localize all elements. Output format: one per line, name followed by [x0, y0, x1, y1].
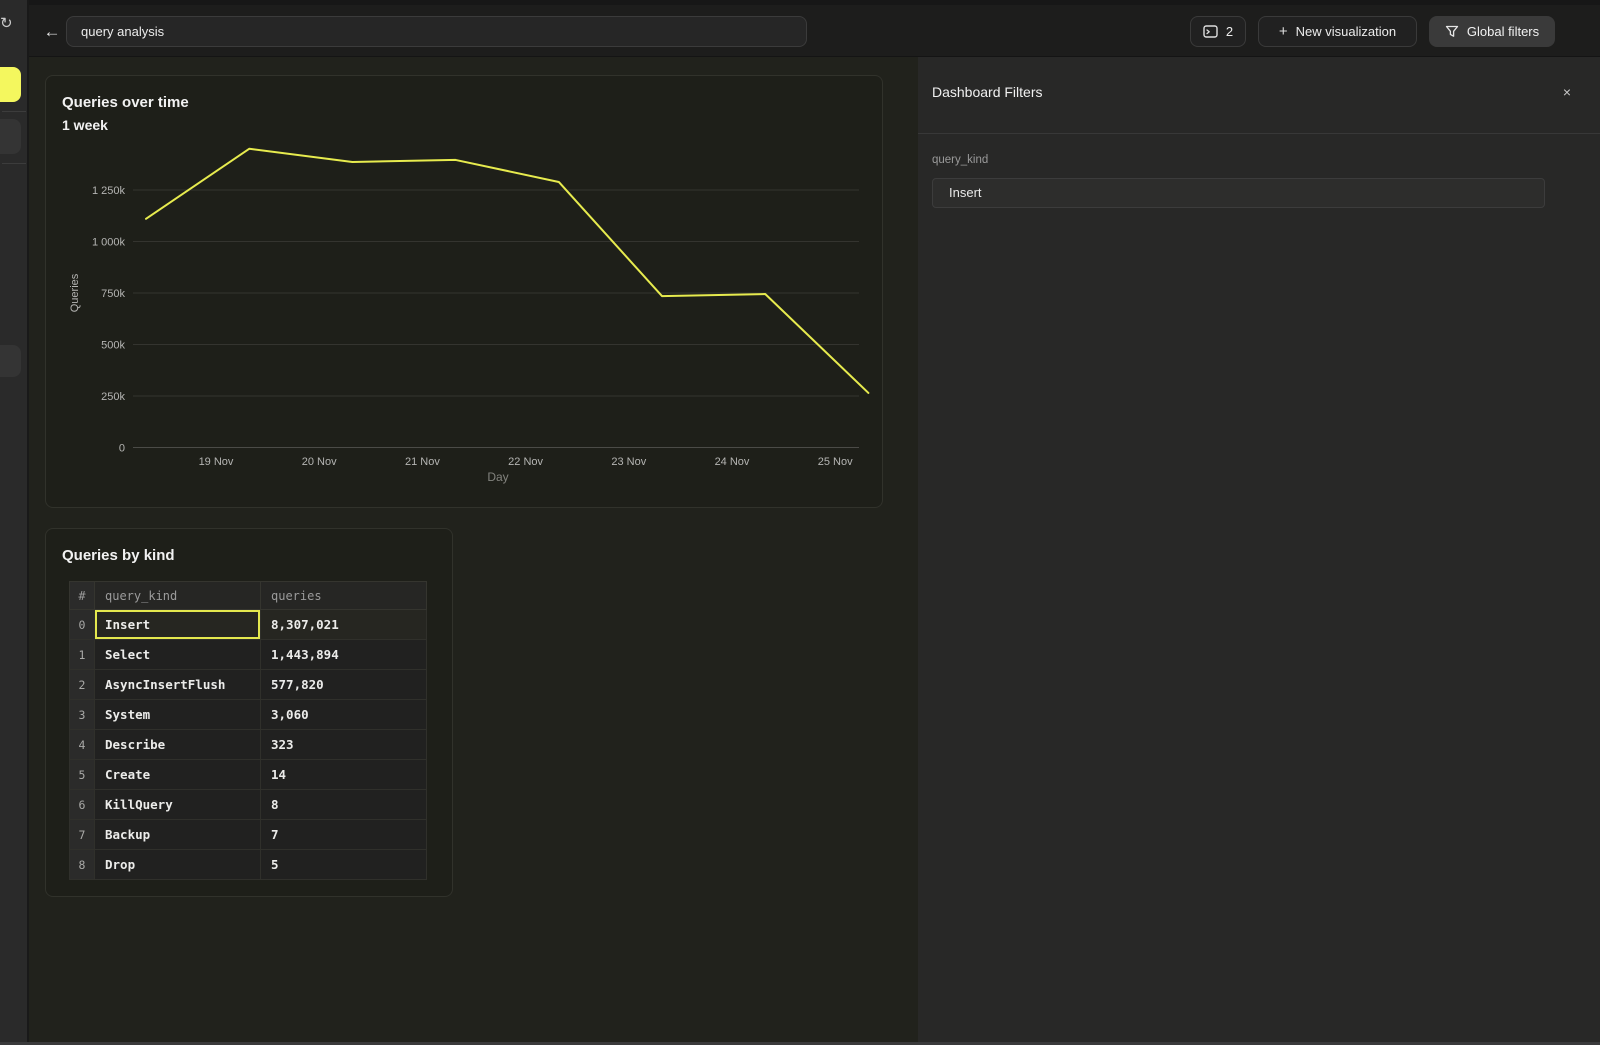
queries-count-cell[interactable]: 577,820: [261, 670, 427, 700]
sidebar-item-dashboard[interactable]: [0, 345, 21, 377]
x-tick-label: 19 Nov: [199, 456, 234, 468]
y-tick-label: 750k: [101, 288, 125, 300]
dashboard-canvas: Queries over time 1 week 0250k500k750k1 …: [29, 57, 918, 1045]
x-tick-label: 21 Nov: [405, 456, 440, 468]
sidebar-divider: [2, 163, 26, 164]
queries-count-cell[interactable]: 5: [261, 850, 427, 880]
queries-by-kind-table: # query_kind queries 0Insert8,307,0211Se…: [69, 581, 427, 880]
table-row: 5Create14: [70, 760, 427, 790]
row-index-cell[interactable]: 4: [70, 730, 95, 760]
y-axis-title: Queries: [69, 273, 81, 312]
funnel-icon: [1445, 25, 1459, 38]
table-row: 1Select1,443,894: [70, 640, 427, 670]
table-header-row: # query_kind queries: [70, 582, 427, 610]
query-kind-cell[interactable]: KillQuery: [95, 790, 261, 820]
console-count-button[interactable]: 2: [1190, 16, 1246, 47]
column-header-index: #: [70, 582, 95, 610]
table-row: 0Insert8,307,021: [70, 610, 427, 640]
sidebar-divider: [2, 111, 26, 112]
table-row: 6KillQuery8: [70, 790, 427, 820]
row-index-cell[interactable]: 8: [70, 850, 95, 880]
queries-count-cell[interactable]: 3,060: [261, 700, 427, 730]
queries-count-cell[interactable]: 14: [261, 760, 427, 790]
table-row: 7Backup7: [70, 820, 427, 850]
table-card-queries-by-kind: Queries by kind # query_kind queries 0In…: [45, 528, 453, 897]
chart-card-queries-over-time: Queries over time 1 week 0250k500k750k1 …: [45, 75, 883, 508]
plus-icon: +: [1279, 25, 1288, 38]
y-tick-label: 500k: [101, 340, 125, 352]
query-kind-cell[interactable]: System: [95, 700, 261, 730]
queries-count-cell[interactable]: 323: [261, 730, 427, 760]
row-index-cell[interactable]: 5: [70, 760, 95, 790]
query-kind-cell[interactable]: Backup: [95, 820, 261, 850]
query-kind-cell[interactable]: Select: [95, 640, 261, 670]
dashboard-title-input[interactable]: [66, 16, 807, 47]
row-index-cell[interactable]: 2: [70, 670, 95, 700]
panel-divider: [918, 133, 1600, 134]
query-kind-cell[interactable]: Describe: [95, 730, 261, 760]
dashboard-filters-panel: Dashboard Filters × query_kind Insert: [918, 57, 1600, 1045]
queries-count-cell[interactable]: 7: [261, 820, 427, 850]
table-title: Queries by kind: [62, 547, 175, 564]
queries-count-cell[interactable]: 8: [261, 790, 427, 820]
global-filters-button[interactable]: Global filters: [1429, 16, 1555, 47]
row-index-cell[interactable]: 6: [70, 790, 95, 820]
query-kind-cell[interactable]: Create: [95, 760, 261, 790]
filters-panel-title: Dashboard Filters: [932, 84, 1043, 100]
table-row: 8Drop5: [70, 850, 427, 880]
row-index-cell[interactable]: 0: [70, 610, 95, 640]
new-visualization-label: New visualization: [1296, 24, 1396, 39]
back-button[interactable]: ←: [39, 21, 65, 43]
queries-count-cell[interactable]: 8,307,021: [261, 610, 427, 640]
x-tick-label: 25 Nov: [818, 456, 853, 468]
x-tick-label: 22 Nov: [508, 456, 543, 468]
y-tick-label: 250k: [101, 391, 125, 403]
x-axis-title: Day: [487, 470, 508, 484]
query-kind-cell[interactable]: Insert: [95, 610, 261, 640]
x-tick-label: 24 Nov: [715, 456, 750, 468]
sidebar-item-dashboard[interactable]: [0, 119, 21, 154]
y-tick-label: 1 250k: [92, 185, 126, 197]
line-chart: 0 250k 500k 750k 1 000k 1 250k 19 Nov 20 Nov 21 …: [46, 76, 884, 509]
global-filters-label: Global filters: [1467, 24, 1539, 39]
table-row: 4Describe323: [70, 730, 427, 760]
filter-query-kind-select[interactable]: Insert: [932, 178, 1545, 208]
console-count: 2: [1226, 24, 1233, 39]
new-visualization-button[interactable]: + New visualization: [1258, 16, 1417, 47]
x-tick-label: 23 Nov: [611, 456, 646, 468]
table-row: 2AsyncInsertFlush577,820: [70, 670, 427, 700]
column-header-query-kind: query_kind: [95, 582, 261, 610]
query-kind-cell[interactable]: Drop: [95, 850, 261, 880]
row-index-cell[interactable]: 1: [70, 640, 95, 670]
filter-field-label: query_kind: [932, 154, 988, 166]
queries-count-cell[interactable]: 1,443,894: [261, 640, 427, 670]
refresh-icon[interactable]: ↻: [0, 14, 13, 32]
sidebar-item-active-dashboard[interactable]: [0, 67, 21, 102]
table-row: 3System3,060: [70, 700, 427, 730]
close-icon[interactable]: ×: [1558, 83, 1576, 101]
query-kind-cell[interactable]: AsyncInsertFlush: [95, 670, 261, 700]
y-tick-label: 1 000k: [92, 237, 126, 249]
top-bar: ← 2 + New visualization Global filters: [29, 0, 1600, 57]
column-header-queries: queries: [261, 582, 427, 610]
x-tick-label: 20 Nov: [302, 456, 337, 468]
window-top-edge: [29, 0, 1600, 5]
y-tick-label: 0: [119, 443, 125, 455]
row-index-cell[interactable]: 7: [70, 820, 95, 850]
queries-series-line[interactable]: [146, 149, 868, 393]
row-index-cell[interactable]: 3: [70, 700, 95, 730]
terminal-icon: [1203, 25, 1218, 38]
sidebar: ↻: [0, 0, 29, 1045]
